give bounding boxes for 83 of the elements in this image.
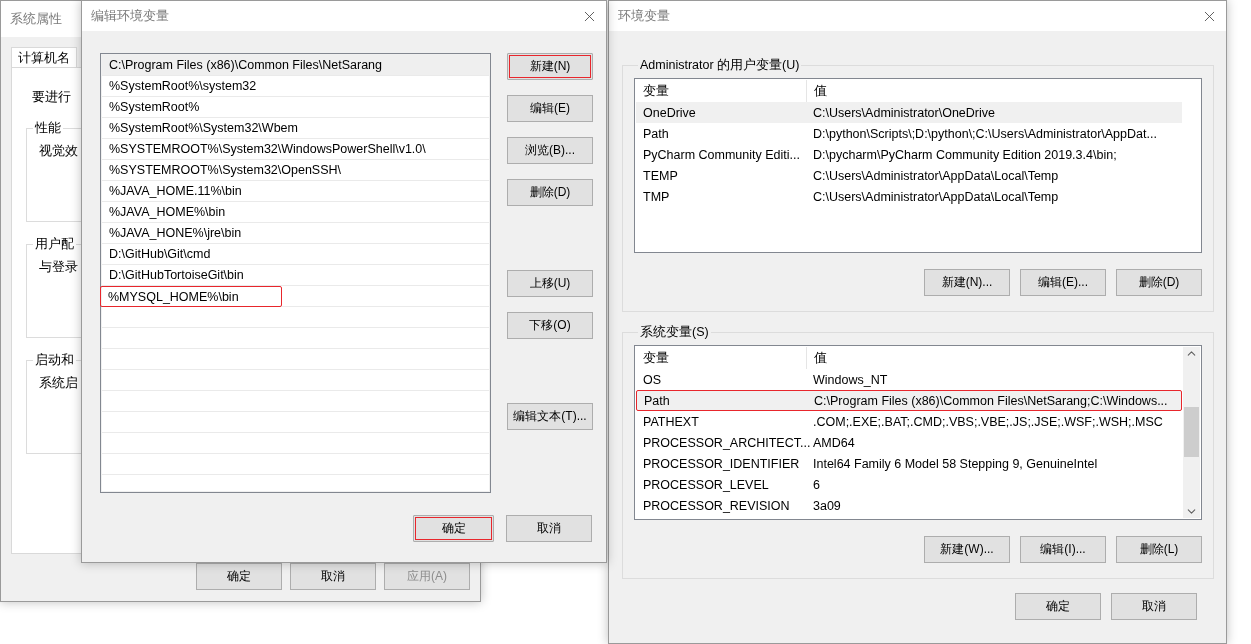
group-title: 系统变量(S) <box>639 324 710 341</box>
table-row[interactable]: OneDrive C:\Users\Administrator\OneDrive <box>636 102 1182 123</box>
table-cell-text: 3a09 <box>812 498 842 513</box>
dialog-button[interactable]: 取消 <box>506 515 592 542</box>
list-item[interactable]: D:\GitHub\Git\cmd <box>102 244 489 265</box>
side-button[interactable]: 浏览(B)... <box>507 137 593 164</box>
list-item[interactable]: %SystemRoot%\system32 <box>102 76 489 97</box>
table-row[interactable]: OS Windows_NT <box>636 369 1182 390</box>
side-button[interactable]: 编辑文本(T)... <box>507 403 593 430</box>
table-row[interactable]: PyCharm Community Editi... D:\pycharm\PyCharm Community Edition 2019.3.4\bin; <box>636 144 1182 165</box>
table-cell-text: PyCharm Community Editi... <box>642 147 801 162</box>
list-item[interactable]: %JAVA_HOME.11%\bin <box>102 181 489 202</box>
table-cell-text: OS <box>642 372 663 387</box>
window-title: 环境变量 <box>618 7 670 25</box>
group-title: 启动和 <box>34 352 75 369</box>
side-button[interactable]: 新建(N) <box>507 53 593 80</box>
dialog-button[interactable]: 删除(D) <box>1116 269 1202 296</box>
table-cell-text: D:\python\Scripts\;D:\python\;C:\Users\Administrator\AppDat... <box>812 126 1158 141</box>
table-row[interactable]: TEMP C:\Users\Administrator\AppData\Local\Temp <box>636 165 1182 186</box>
side-button[interactable]: 删除(D) <box>507 179 593 206</box>
list-item[interactable]: %JAVA_HOME%\bin <box>102 202 489 223</box>
scrollbar[interactable] <box>1183 347 1200 518</box>
list-item[interactable]: D:\GitHubTortoiseGit\bin <box>102 265 489 286</box>
dialog-button[interactable]: 取消 <box>290 563 376 590</box>
table-row[interactable]: Path C:\Program Files (x86)\Common Files\NetSarang;C:\Windows... <box>636 390 1182 411</box>
description-text: 要进行 <box>32 89 72 106</box>
table-row[interactable]: Path D:\python\Scripts\;D:\python\;C:\Users\Administrator\AppDat... <box>636 123 1182 144</box>
table-row[interactable]: PROCESSOR_LEVEL 6 <box>636 474 1182 495</box>
group-text: 与登录 <box>39 259 78 276</box>
tab[interactable]: 计算机名 <box>11 47 77 67</box>
list-item[interactable]: %SystemRoot%\System32\Wbem <box>102 118 489 139</box>
group-text: 系统启 <box>39 375 78 392</box>
dialog-button[interactable]: 确定 <box>1015 593 1101 620</box>
table-row[interactable]: PROCESSOR_REVISION 3a09 <box>636 495 1182 516</box>
table-cell-text: 6 <box>812 477 821 492</box>
table-row[interactable]: TMP C:\Users\Administrator\AppData\Local\Temp <box>636 186 1182 207</box>
table-cell-text: Windows_NT <box>812 372 889 387</box>
dialog-button[interactable]: 编辑(I)... <box>1020 536 1106 563</box>
dialog-button[interactable]: 删除(L) <box>1116 536 1202 563</box>
dialog-button[interactable]: 取消 <box>1111 593 1197 620</box>
table-cell-text: PROCESSOR_REVISION <box>642 498 791 513</box>
list-item[interactable]: %SystemRoot% <box>102 97 489 118</box>
group-title: 用户配 <box>34 236 75 253</box>
table-cell-text: TMP <box>642 189 671 204</box>
table-cell-text: TEMP <box>642 168 679 183</box>
side-button[interactable]: 下移(O) <box>507 312 593 339</box>
table-cell-text: D:\pycharm\PyCharm Community Edition 2019.3.4\bin; <box>812 147 1118 162</box>
list-item[interactable]: %MYSQL_HOME%\bin <box>100 286 282 307</box>
table-cell-text: Intel64 Family 6 Model 58 Stepping 9, GenuineIntel <box>812 456 1099 471</box>
table-cell-text: Path <box>643 393 671 408</box>
table-cell-text: Path <box>642 126 670 141</box>
column-header[interactable]: 变量 <box>636 347 807 369</box>
table-row[interactable]: PATHEXT .COM;.EXE;.BAT;.CMD;.VBS;.VBE;.JS;.JSE;.WSF;.WSH;.MSC <box>636 411 1182 432</box>
table-cell-text: C:\Users\Administrator\AppData\Local\Temp <box>812 189 1060 204</box>
table-row[interactable]: PROCESSOR_IDENTIFIER Intel64 Family 6 Model 58 Stepping 9, GenuineIntel <box>636 453 1182 474</box>
table-cell-text: C:\Program Files (x86)\Common Files\NetSarang;C:\Windows... <box>813 393 1169 408</box>
dialog-button[interactable]: 新建(N)... <box>924 269 1010 296</box>
table-cell-text: .COM;.EXE;.BAT;.CMD;.VBS;.VBE;.JS;.JSE;.WSF;.WSH;.MSC <box>812 414 1164 429</box>
list-item[interactable]: C:\Program Files (x86)\Common Files\NetSarang <box>102 55 489 76</box>
table-cell-text: PROCESSOR_IDENTIFIER <box>642 456 801 471</box>
list-item[interactable]: %SYSTEMROOT%\System32\OpenSSH\ <box>102 160 489 181</box>
dialog-button[interactable]: 确定 <box>196 563 282 590</box>
column-header[interactable]: 值 <box>807 80 1182 102</box>
dialog-button[interactable]: 确定 <box>413 515 494 542</box>
scroll-thumb[interactable] <box>1184 407 1199 457</box>
table-cell-text: C:\Users\Administrator\OneDrive <box>812 105 996 120</box>
dialog-button[interactable]: 新建(W)... <box>924 536 1010 563</box>
column-header[interactable]: 值 <box>807 347 1182 369</box>
list-item[interactable]: %SYSTEMROOT%\System32\WindowsPowerShell\v1.0\ <box>102 139 489 160</box>
table-row[interactable]: PROCESSOR_ARCHITECT... AMD64 <box>636 432 1182 453</box>
list-item[interactable]: %JAVA_HONE%\jre\bin <box>102 223 489 244</box>
side-button[interactable]: 编辑(E) <box>507 95 593 122</box>
table-cell-text: PROCESSOR_LEVEL <box>642 477 770 492</box>
group-text: 视觉效 <box>39 143 78 160</box>
side-button[interactable]: 上移(U) <box>507 270 593 297</box>
table-cell-text: OneDrive <box>642 105 697 120</box>
window-title: 编辑环境变量 <box>91 7 169 25</box>
window-title: 系统属性 <box>10 10 62 28</box>
dialog-button[interactable]: 编辑(E)... <box>1020 269 1106 296</box>
group-title: 性能 <box>34 120 62 137</box>
group-title: Administrator 的用户变量(U) <box>639 57 801 74</box>
table-cell-text: C:\Users\Administrator\AppData\Local\Temp <box>812 168 1060 183</box>
table-cell-text: PATHEXT <box>642 414 700 429</box>
